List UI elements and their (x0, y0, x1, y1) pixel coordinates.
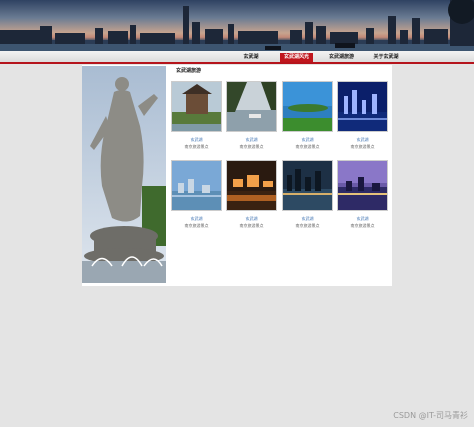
gallery-caption-2[interactable]: 玄武湖 (226, 137, 277, 143)
watermark: CSDN @IT-司马青衫 (393, 411, 468, 420)
gallery-thumb-3[interactable] (282, 81, 333, 132)
gallery-caption-5[interactable]: 玄武湖 (171, 216, 222, 222)
section-title: 玄武湖旅游 (176, 68, 202, 74)
nav-item-tourism[interactable]: 玄武湖旅游 (325, 53, 358, 62)
gallery-thumb-5[interactable] (171, 160, 222, 211)
gallery-thumb-8[interactable] (337, 160, 388, 211)
nav-item-xuanwuhu[interactable]: 玄武湖 (236, 53, 266, 62)
gallery-caption-4[interactable]: 玄武湖 (337, 137, 388, 143)
gallery-desc-3: 南京旅游景点 (295, 144, 320, 149)
gallery-desc-5: 南京旅游景点 (184, 223, 209, 228)
gallery-thumb-2[interactable] (226, 81, 277, 132)
gallery-desc-4: 南京旅游景点 (350, 144, 375, 149)
gallery-desc-8: 南京旅游景点 (350, 223, 375, 228)
gallery-thumb-7[interactable] (282, 160, 333, 211)
gallery-desc-7: 南京旅游景点 (295, 223, 320, 228)
nav-item-about[interactable]: 关于玄武湖 (369, 53, 403, 62)
nav-item-scenery[interactable]: 玄武湖风光 (280, 53, 313, 62)
gallery-caption-8[interactable]: 玄武湖 (337, 216, 388, 222)
gallery-caption-6[interactable]: 玄武湖 (226, 216, 277, 222)
gallery-desc-6: 南京旅游景点 (239, 223, 264, 228)
gallery-desc-2: 南京旅游景点 (239, 144, 264, 149)
gallery-thumb-4[interactable] (337, 81, 388, 132)
gallery-caption-1[interactable]: 玄武湖 (171, 137, 222, 143)
gallery-thumb-6[interactable] (226, 160, 277, 211)
gallery-caption-3[interactable]: 玄武湖 (282, 137, 333, 143)
gallery-caption-7[interactable]: 玄武湖 (282, 216, 333, 222)
gallery-desc-1: 南京旅游景点 (184, 144, 209, 149)
gallery-thumb-1[interactable] (171, 81, 222, 132)
statue-photo (82, 66, 166, 283)
